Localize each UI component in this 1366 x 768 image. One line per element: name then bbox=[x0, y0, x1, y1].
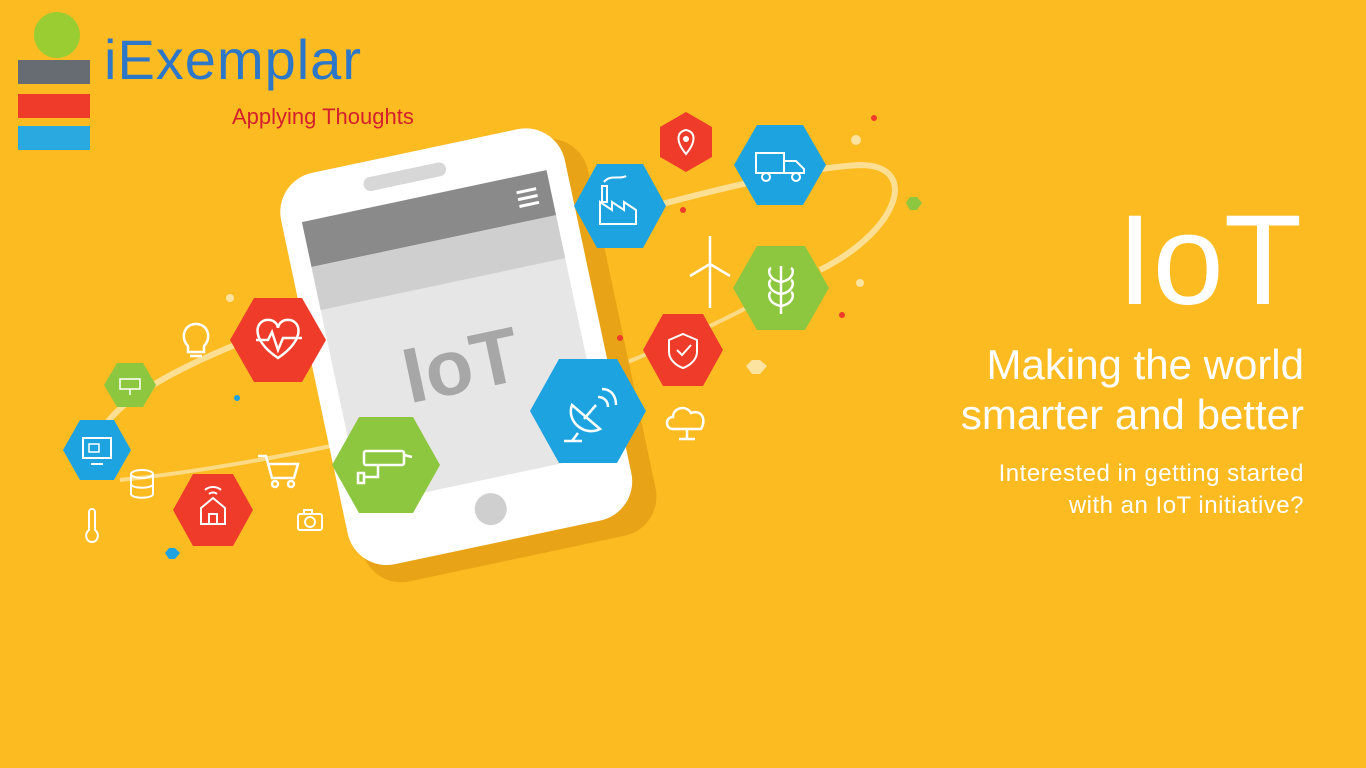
truck-icon bbox=[734, 125, 826, 205]
smart-home-icon bbox=[173, 474, 253, 546]
cloud-icon bbox=[665, 406, 705, 441]
monitor-icon bbox=[63, 420, 131, 480]
deco-dot bbox=[680, 207, 686, 213]
wind-turbine-icon bbox=[689, 236, 731, 308]
wheat-icon bbox=[733, 246, 829, 330]
solar-panel-icon bbox=[104, 363, 156, 407]
deco-dot bbox=[851, 135, 861, 145]
lightbulb-icon bbox=[182, 322, 210, 358]
thermometer-icon bbox=[85, 508, 99, 544]
deco-hex bbox=[165, 548, 180, 559]
hero-subtitle: Making the world smarter and better bbox=[744, 340, 1304, 440]
location-pin-icon bbox=[660, 112, 712, 172]
hero-title: IoT bbox=[1117, 189, 1302, 332]
deco-dot bbox=[856, 279, 864, 287]
camera-icon bbox=[297, 509, 323, 531]
deco-dot bbox=[617, 335, 623, 341]
deco-dot bbox=[234, 395, 240, 401]
deco-dot bbox=[226, 294, 234, 302]
database-icon bbox=[130, 469, 154, 499]
hero-question: Interested in getting started with an Io… bbox=[844, 458, 1304, 522]
iot-illustration: IoT bbox=[63, 112, 922, 583]
hero-subtitle-line-2: smarter and better bbox=[960, 391, 1304, 438]
deco-hex bbox=[906, 197, 922, 210]
hero-question-line-1: Interested in getting started bbox=[998, 460, 1304, 487]
deco-dot bbox=[839, 312, 845, 318]
hero-question-line-2: with an IoT initiative? bbox=[1068, 492, 1304, 519]
deco-dot bbox=[871, 115, 877, 121]
hero-subtitle-line-1: Making the world bbox=[986, 341, 1304, 388]
